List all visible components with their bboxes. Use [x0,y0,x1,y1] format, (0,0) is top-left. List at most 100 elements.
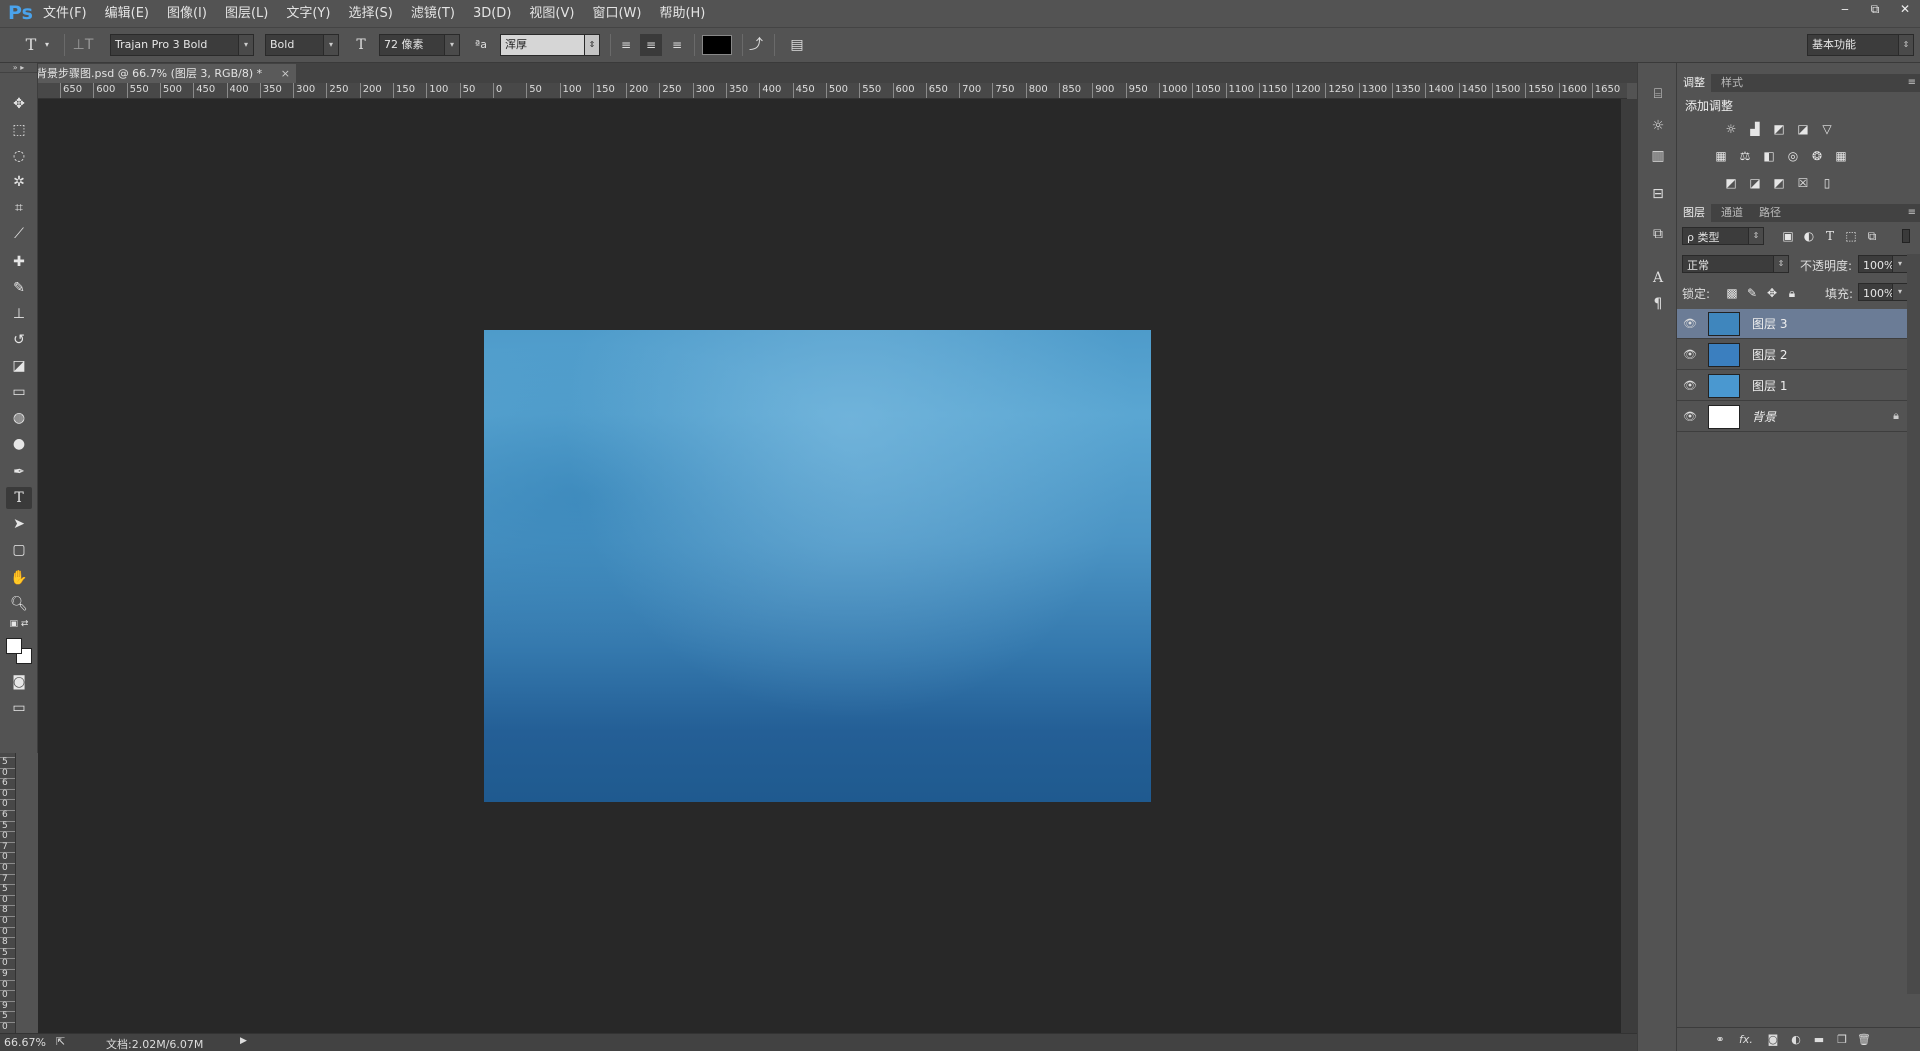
filter-kind-select[interactable]: ρ 类型 ⇕ [1682,227,1764,245]
font-family-select[interactable]: Trajan Pro 3 Bold ▾ [110,34,254,56]
healing-brush-tool-icon[interactable]: ✚ [6,251,32,273]
clone-source-icon[interactable]: ⧉ [1647,223,1669,245]
menu-file[interactable]: 文件(F) [34,0,96,27]
path-selection-tool-icon[interactable]: ➤ [6,513,32,535]
tab-channels[interactable]: 通道 [1715,204,1749,222]
new-group-icon[interactable]: ▬ [1810,1031,1828,1049]
workspace-select[interactable]: 基本功能 ⇕ [1807,34,1914,56]
filter-type-icon[interactable]: T [1821,228,1839,244]
link-layers-icon[interactable]: ⚭ [1711,1031,1729,1049]
zoom-tool-icon[interactable]: 🔍︎ [6,593,32,615]
screen-mode-icon[interactable]: ▭ [6,697,32,719]
layer-style-icon[interactable]: fx. [1737,1031,1755,1049]
layer-name[interactable]: 图层 1 [1752,371,1787,401]
menu-image[interactable]: 图像(I) [158,0,216,27]
layer-thumbnail[interactable] [1708,374,1740,398]
lock-transparent-icon[interactable]: ▩ [1723,285,1741,301]
menu-3d[interactable]: 3D(D) [464,0,520,27]
gradient-map-icon[interactable]: ☒ [1794,175,1812,191]
hue-saturation-icon[interactable]: ▦ [1712,148,1730,164]
posterize-icon[interactable]: ◪ [1746,175,1764,191]
dodge-tool-icon[interactable]: ● [6,433,32,455]
gradient-tool-icon[interactable]: ▭ [6,381,32,403]
lock-position-icon[interactable]: ✥ [1763,285,1781,301]
fill-input[interactable]: 100% ▾ [1858,283,1908,301]
properties-icon[interactable]: ⊟ [1647,183,1669,205]
magic-wand-tool-icon[interactable]: ✲ [6,171,32,193]
marquee-tool-icon[interactable]: ⬚ [6,119,32,141]
canvas-area[interactable] [38,99,1627,1033]
text-color-swatch[interactable] [702,35,732,55]
document-tab[interactable]: 背景步骤图.psd @ 66.7% (图层 3, RGB/8) * × [30,64,296,83]
brightness-contrast-icon[interactable]: ☼ [1722,121,1740,137]
warp-text-icon[interactable]: ⤴ [745,34,767,56]
rectangle-tool-icon[interactable]: ▢ [6,539,32,561]
layer-row[interactable]: 👁︎ 图层 1 [1677,371,1907,401]
tab-styles[interactable]: 样式 [1715,74,1749,92]
panel-menu-icon[interactable]: ≡ [1908,204,1916,222]
filter-smart-object-icon[interactable]: ⧉ [1863,228,1881,244]
opacity-input[interactable]: 100% ▾ [1858,255,1908,273]
tab-adjustments[interactable]: 调整 [1677,74,1711,92]
layer-row[interactable]: 👁︎ 背景 🔒︎ [1677,402,1907,432]
close-icon[interactable]: × [281,64,290,83]
selective-color-icon[interactable]: ▯ [1818,175,1836,191]
close-button[interactable]: ✕ [1890,0,1920,18]
play-icon[interactable]: ▶ [240,1036,247,1046]
levels-icon[interactable]: ▥ [1647,145,1669,167]
brush-tool-icon[interactable]: ✎ [6,277,32,299]
blend-mode-select[interactable]: 正常 ⇕ [1682,255,1789,273]
layer-row[interactable]: 👁︎ 图层 2 [1677,340,1907,370]
layer-thumbnail[interactable] [1708,405,1740,429]
swap-colors-icon[interactable]: ▣ ⇄ [6,617,32,631]
lock-pixels-icon[interactable]: ✎ [1743,285,1761,301]
font-size-select[interactable]: 72 像素 ▾ [379,34,460,56]
menu-type[interactable]: 文字(Y) [277,0,339,27]
menu-view[interactable]: 视图(V) [520,0,583,27]
blur-tool-icon[interactable]: ◍ [6,407,32,429]
brightness-icon[interactable]: ☼ [1647,115,1669,137]
antialias-select[interactable]: 浑厚 ⇕ [500,34,600,56]
filter-adjustment-icon[interactable]: ◐ [1800,228,1818,244]
eyedropper-tool-icon[interactable]: ⟋ [6,223,32,245]
lasso-tool-icon[interactable]: ◌ [6,145,32,167]
vibrance-icon[interactable]: ▽ [1818,121,1836,137]
align-right-icon[interactable]: ≡ [666,34,688,56]
history-icon[interactable]: ⌸ [1647,83,1669,105]
type-tool-icon[interactable]: T [6,487,32,509]
layer-thumbnail[interactable] [1708,312,1740,336]
menu-filter[interactable]: 滤镜(T) [402,0,464,27]
foreground-color-swatch[interactable] [6,638,22,654]
align-center-icon[interactable]: ≡ [640,34,662,56]
lock-icon[interactable]: 🔒︎ [1893,409,1899,423]
panel-menu-icon[interactable]: ≡ [1908,74,1916,92]
canvas-scrollbar[interactable] [1621,99,1637,1033]
hand-tool-icon[interactable]: ✋ [6,567,32,589]
menu-select[interactable]: 选择(S) [339,0,401,27]
eye-icon[interactable]: 👁︎ [1682,409,1698,425]
export-icon[interactable]: ⇱ [56,1035,65,1048]
move-tool-icon[interactable]: ✥ [6,93,32,115]
filter-shape-icon[interactable]: ⬚ [1842,228,1860,244]
character-panel-icon[interactable]: ▤ [786,34,808,56]
minimize-button[interactable]: ‒ [1830,0,1860,18]
document-canvas[interactable] [484,330,1151,802]
exposure-icon[interactable]: ◪ [1794,121,1812,137]
photo-filter-icon[interactable]: ◎ [1784,148,1802,164]
tab-paths[interactable]: 路径 [1753,204,1787,222]
layers-scrollbar[interactable] [1907,254,1920,994]
clone-stamp-tool-icon[interactable]: ⊥ [6,303,32,325]
type-tool-preset-icon[interactable]: T [20,34,42,56]
menu-window[interactable]: 窗口(W) [583,0,650,27]
character-icon[interactable]: A [1647,267,1669,289]
align-left-icon[interactable]: ≡ [615,34,637,56]
curves-icon[interactable]: ◩ [1770,121,1788,137]
toggle-text-orientation-icon[interactable]: ⊥T [72,34,94,56]
font-style-select[interactable]: Bold ▾ [265,34,339,56]
filter-toggle[interactable] [1902,229,1910,243]
eye-icon[interactable]: 👁︎ [1682,378,1698,394]
crop-tool-icon[interactable]: ⌗ [6,197,32,219]
color-balance-icon[interactable]: ⚖ [1736,148,1754,164]
layer-name[interactable]: 图层 3 [1752,309,1787,339]
quick-mask-icon[interactable]: ◙ [6,671,32,693]
